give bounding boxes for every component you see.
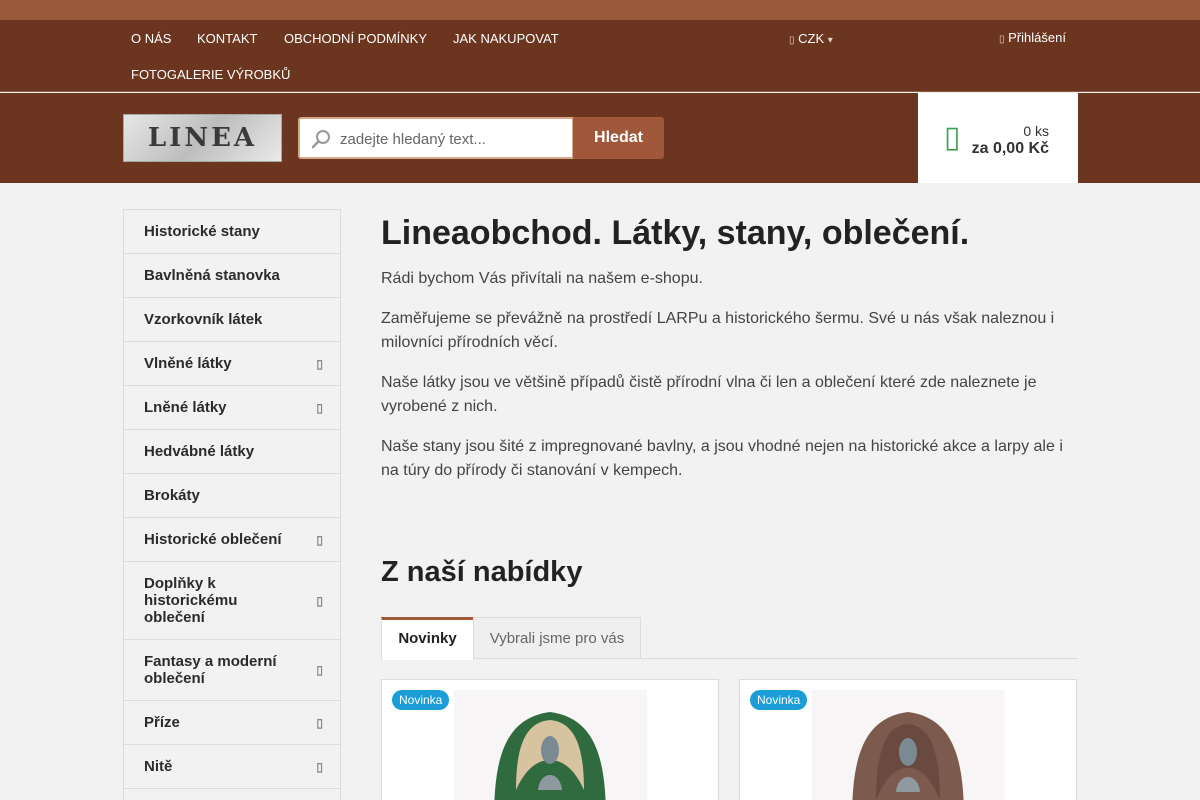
cart-quantity: 0 ks (1023, 123, 1049, 139)
top-accent-strip (0, 0, 1200, 20)
chevron-right-icon: ▯ (316, 400, 323, 415)
user-icon: ▯ (999, 34, 1005, 45)
tab-vybrali[interactable]: Vybrali jsme pro vás (473, 617, 641, 659)
sidebar-item-label: Vzorkovník látek (144, 311, 263, 328)
sidebar-item[interactable]: Lněné látky ▯ (124, 386, 340, 430)
cart-total: za 0,00 Kč (971, 140, 1049, 157)
search-box (298, 117, 574, 159)
search-input[interactable] (340, 125, 565, 153)
product-image[interactable] (454, 690, 647, 800)
currency-selector[interactable]: ▯ CZK ▾ (789, 31, 833, 46)
category-sidebar: Historické stany Bavlněná stanovka Vzorkov… (123, 209, 341, 800)
new-badge: Novinka (392, 690, 450, 710)
offer-heading: Z naší nabídky (381, 556, 583, 588)
nav-link-how-to-buy[interactable]: JAK NAKUPOVAT (453, 31, 559, 46)
top-navigation: O NÁS KONTAKT OBCHODNÍ PODMÍNKY JAK NAKU… (0, 20, 1200, 92)
product-tabs: Novinky Vybrali jsme pro vás (381, 617, 1078, 660)
sidebar-item[interactable]: Brokáty (124, 474, 340, 518)
sidebar-item[interactable]: Hedvábné látky (124, 430, 340, 474)
product-card[interactable]: Novinka (381, 679, 719, 800)
site-logo[interactable]: LINEA (123, 114, 282, 162)
currency-label: CZK (798, 31, 825, 46)
sidebar-item-label: Fantasy a moderní oblečení (144, 653, 277, 687)
chevron-right-icon: ▯ (316, 715, 323, 730)
sidebar-item-label: Doplňky k historickému oblečení (144, 575, 238, 626)
sidebar-item-label: Bavlněná stanovka (144, 267, 280, 284)
sidebar-item-label: Vlněné látky (144, 355, 232, 372)
intro-paragraph: Rádi bychom Vás přivítali na našem e-sho… (381, 270, 703, 287)
page-title: Lineaobchod. Látky, stany, oblečení. (381, 214, 970, 252)
chevron-right-icon: ▯ (316, 356, 323, 371)
sidebar-item[interactable]: Historické stany (124, 210, 340, 254)
tab-novinky[interactable]: Novinky (381, 617, 474, 660)
sidebar-item-label: Nitě (144, 758, 173, 775)
search-icon (310, 128, 332, 150)
sidebar-item-label: Historické stany (144, 223, 260, 240)
intro-paragraph: Naše stany jsou šité z impregnované bavl… (381, 438, 1063, 479)
chevron-down-icon: ▾ (827, 35, 833, 46)
cart[interactable]: ▯ 0 ks za 0,00 Kč (918, 93, 1078, 183)
chevron-right-icon: ▯ (316, 532, 323, 547)
nav-link-gallery[interactable]: FOTOGALERIE VÝROBKŮ (131, 67, 290, 82)
sidebar-item[interactable]: Potřeby pro šití (124, 789, 340, 800)
intro-paragraph: Zaměřujeme se převážně na prostředí LARP… (381, 310, 1055, 351)
sidebar-item[interactable]: Fantasy a moderní oblečení ▯ (124, 640, 340, 701)
header: LINEA Hledat ▯ 0 ks za 0,00 Kč (0, 93, 1200, 183)
sidebar-item[interactable]: Bavlněná stanovka (124, 254, 340, 298)
product-card[interactable]: Novinka (739, 679, 1077, 800)
login-label: Přihlášení (1008, 30, 1066, 45)
nav-link-about[interactable]: O NÁS (131, 31, 171, 46)
sidebar-item-label: Lněné látky (144, 399, 227, 416)
sidebar-item-label: Příze (144, 714, 180, 731)
sidebar-item[interactable]: Historické oblečení ▯ (124, 518, 340, 562)
nav-link-terms[interactable]: OBCHODNÍ PODMÍNKY (284, 31, 427, 46)
sidebar-item[interactable]: Nitě ▯ (124, 745, 340, 789)
chevron-right-icon: ▯ (316, 759, 323, 774)
sidebar-item-label: Historické oblečení (144, 531, 282, 548)
logo-text: LINEA (147, 123, 258, 153)
intro-paragraph: Naše látky jsou ve většině případů čistě… (381, 374, 1037, 415)
sidebar-item[interactable]: Příze ▯ (124, 701, 340, 745)
sidebar-item-label: Brokáty (144, 487, 200, 504)
main-content: Lineaobchod. Látky, stany, oblečení. Rád… (381, 209, 1078, 660)
chevron-right-icon: ▯ (316, 593, 323, 608)
product-image[interactable] (812, 690, 1005, 800)
search-button[interactable]: Hledat (573, 117, 664, 159)
money-icon: ▯ (789, 35, 795, 46)
nav-link-contact[interactable]: KONTAKT (197, 31, 257, 46)
chevron-right-icon: ▯ (316, 663, 323, 677)
sidebar-item-label: Hedvábné látky (144, 443, 255, 460)
sidebar-item[interactable]: Doplňky k historickému oblečení ▯ (124, 562, 340, 640)
sidebar-item[interactable]: Vlněné látky ▯ (124, 342, 340, 386)
new-badge: Novinka (750, 690, 808, 710)
login-link[interactable]: ▯ Přihlášení (999, 30, 1066, 45)
cart-icon: ▯ (944, 121, 961, 154)
sidebar-item[interactable]: Vzorkovník látek (124, 298, 340, 342)
